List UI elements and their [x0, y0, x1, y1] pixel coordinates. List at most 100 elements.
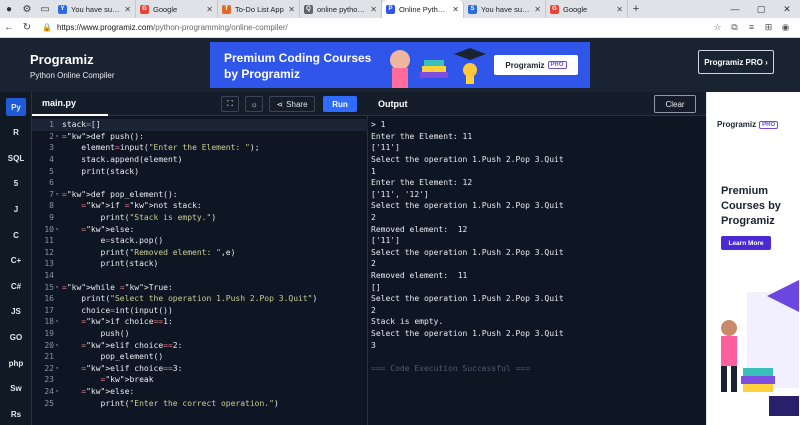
html-icon[interactable]: 5 — [6, 175, 26, 193]
code-area[interactable]: 1 stack=[] 2 ▾ ="kw">def push(): 3 element=in… — [32, 116, 368, 425]
tab-actions-icon[interactable]: ▭ — [36, 0, 54, 18]
code-text: print("Stack is empty.") — [62, 213, 217, 223]
code-line[interactable]: 22 ▾ ="kw">elif choice==3: — [32, 363, 368, 375]
c-icon[interactable]: C — [6, 226, 26, 244]
close-window-icon[interactable]: ✕ — [774, 4, 800, 15]
collections-icon[interactable]: ⊞ — [760, 22, 777, 33]
code-text: ="kw">elif choice==2: — [81, 340, 183, 350]
file-tab-main-py[interactable]: main.py — [32, 92, 108, 116]
clear-button[interactable]: Clear — [654, 95, 696, 113]
cpp-icon[interactable]: C+ — [6, 252, 26, 270]
browser-tab[interactable]: G Google ✕ — [136, 0, 218, 18]
code-line[interactable]: 13 print(stack) — [32, 258, 368, 270]
browser-tab[interactable]: P Online Python Comp✕ — [382, 0, 464, 18]
code-text: e=stack.pop() — [62, 236, 164, 246]
python-icon[interactable]: Py — [6, 98, 26, 116]
workspaces-icon[interactable]: ⚙ — [18, 0, 36, 18]
code-line[interactable]: 11 e=stack.pop() — [32, 235, 368, 247]
r-icon[interactable]: R — [6, 124, 26, 142]
programiz-pro-button[interactable]: Programiz PRO › — [698, 50, 774, 74]
output-line: === Code Execution Successful === — [371, 363, 530, 373]
new-tab-button[interactable]: + — [628, 3, 644, 15]
code-line[interactable]: 12 print("Removed element: ",e) — [32, 247, 368, 259]
browser-tab[interactable]: S You have successfull✕ — [464, 0, 546, 18]
code-line[interactable]: 2 ▾ ="kw">def push(): — [32, 131, 368, 143]
java-icon[interactable]: J — [6, 200, 26, 218]
split-screen-icon[interactable]: ⧉ — [726, 22, 743, 33]
tab-title: online python comp — [317, 4, 368, 14]
output-line: Removed element: 12 — [371, 224, 468, 234]
favorite-icon[interactable]: ☆ — [709, 22, 726, 33]
code-line[interactable]: 24 ▾ ="kw">else: — [32, 386, 368, 398]
code-text: ="kw">if ="kw">not stack: — [81, 201, 202, 211]
javascript-icon[interactable]: JS — [6, 303, 26, 321]
swift-icon[interactable]: Sw — [6, 380, 26, 398]
tab-close-icon[interactable]: ✕ — [288, 5, 295, 14]
line-number: 21 — [44, 352, 54, 362]
tab-close-icon[interactable]: ✕ — [206, 5, 213, 14]
output-line: ['11', '12'] — [371, 189, 429, 199]
favorites-list-icon[interactable]: ≡ — [743, 22, 760, 33]
code-line[interactable]: 10 ▾ ="kw">else: — [32, 223, 368, 235]
line-number: 25 — [44, 398, 54, 408]
code-line[interactable]: 3 element=input("Enter the Element: "); — [32, 142, 368, 154]
code-line[interactable]: 19 push() — [32, 328, 368, 340]
browser-tab[interactable]: T To-Do List App ✕ — [218, 0, 300, 18]
tab-close-icon[interactable]: ✕ — [370, 5, 377, 14]
share-button[interactable]: ⋖ Share — [269, 96, 315, 112]
code-line[interactable]: 5 print(stack) — [32, 165, 368, 177]
code-line[interactable]: 6 — [32, 177, 368, 189]
code-line[interactable]: 8 ="kw">if ="kw">not stack: — [32, 200, 368, 212]
maximize-icon[interactable]: ▢ — [748, 4, 774, 15]
tab-close-icon[interactable]: ✕ — [616, 5, 623, 14]
browser-tab-bar: ● ⚙ ▭ YYou have successfull✕GGoogle✕TTo-… — [0, 0, 800, 18]
ad-illustration — [721, 280, 799, 416]
ad-programiz-pro-logo: Programiz PRO — [717, 120, 779, 129]
browser-tab[interactable]: Qonline python comp✕ — [300, 0, 382, 18]
code-line[interactable]: 14 — [32, 270, 368, 282]
profile-icon[interactable]: ● — [0, 0, 18, 18]
run-button[interactable]: Run — [323, 96, 357, 112]
tab-close-icon[interactable]: ✕ — [452, 5, 459, 14]
back-icon[interactable]: ← — [0, 22, 18, 33]
page-title: Python Online Compiler — [30, 71, 115, 80]
code-line[interactable]: 7 ▾ ="kw">def pop_element(): — [32, 189, 368, 201]
code-line[interactable]: 25 print("Enter the correct operation.") — [32, 397, 368, 409]
go-icon[interactable]: GO — [6, 328, 26, 346]
copilot-icon[interactable]: ◉ — [777, 22, 794, 33]
csharp-icon[interactable]: C# — [6, 277, 26, 295]
code-line[interactable]: 21 pop_element() — [32, 351, 368, 363]
learn-more-button[interactable]: Learn More — [721, 236, 771, 250]
code-text: ="kw">break — [100, 375, 154, 385]
code-line[interactable]: 20 ▾ ="kw">elif choice==2: — [32, 339, 368, 351]
code-line[interactable]: 18 ▾ ="kw">if choice==1: — [32, 316, 368, 328]
code-line[interactable]: 1 stack=[] — [32, 119, 368, 131]
output-line: [] — [371, 282, 381, 292]
code-line[interactable]: 23 ="kw">break — [32, 374, 368, 386]
tab-close-icon[interactable]: ✕ — [124, 5, 131, 14]
url-field[interactable]: 🔒 https://www.programiz.com /python-prog… — [42, 21, 709, 35]
theme-toggle-icon[interactable]: ☼ — [245, 96, 263, 112]
browser-tab[interactable]: G Google ✕ — [546, 0, 628, 18]
output-panel: Output Clear > 1 Enter the Element: 11 ['1… — [368, 92, 706, 425]
output-line: Enter the Element: 11 — [371, 131, 473, 141]
line-number: 23 — [44, 375, 54, 385]
side-advertisement[interactable]: Programiz PRO Premium Courses by Programi… — [706, 92, 800, 425]
rust-icon[interactable]: Rs — [6, 405, 26, 423]
browser-tab[interactable]: Y You have successfull✕ — [54, 0, 136, 18]
output-console[interactable]: > 1 Enter the Element: 11 ['11'] Select the… — [368, 116, 706, 425]
output-line: 1 — [371, 166, 376, 176]
tab-close-icon[interactable]: ✕ — [534, 5, 541, 14]
refresh-icon[interactable]: ↻ — [18, 22, 36, 33]
code-line[interactable]: 4 stack.append(element) — [32, 154, 368, 166]
promo-banner[interactable]: Premium Coding Courses by Programiz Prog… — [210, 42, 590, 88]
fullscreen-icon[interactable]: ⛶ — [221, 96, 239, 112]
code-line[interactable]: 17 choice=int(input()) — [32, 305, 368, 317]
code-line[interactable]: 16 print("Select the operation 1.Push 2.… — [32, 293, 368, 305]
code-line[interactable]: 15 ▾ ="kw">while ="kw">True: — [32, 281, 368, 293]
sql-icon[interactable]: SQL — [6, 149, 26, 167]
php-icon[interactable]: php — [6, 354, 26, 372]
minimize-icon[interactable]: — — [722, 4, 748, 15]
programiz-logo[interactable]: Programiz — [30, 52, 94, 67]
code-line[interactable]: 9 print("Stack is empty.") — [32, 212, 368, 224]
